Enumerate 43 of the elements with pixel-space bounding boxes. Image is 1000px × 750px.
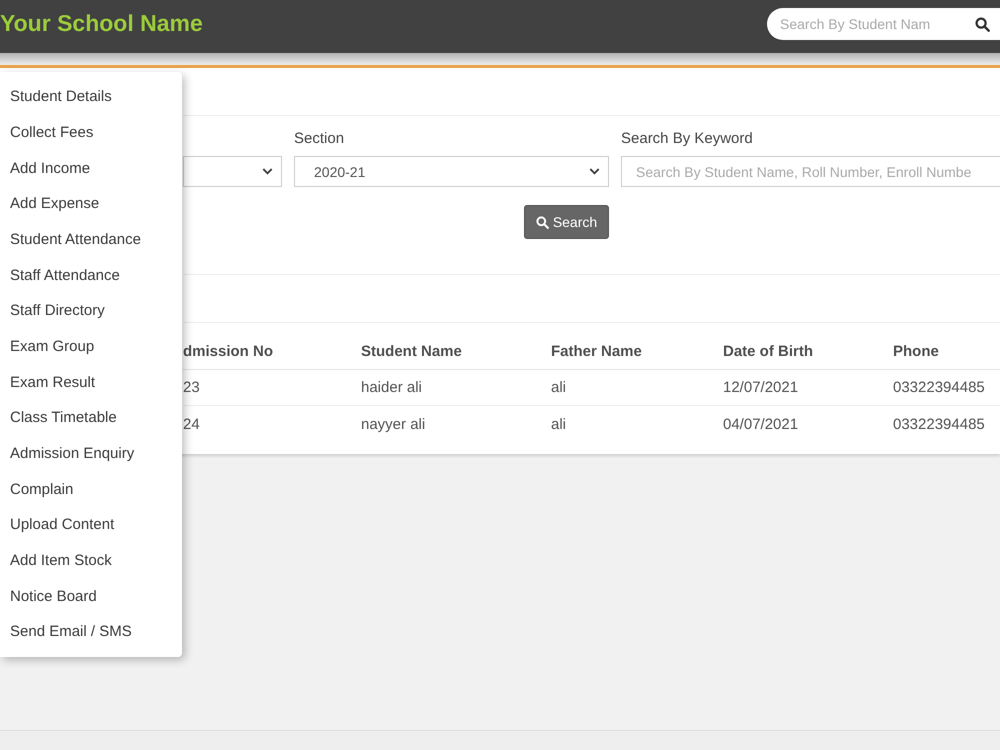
- column-header: Phone: [893, 342, 940, 360]
- table-cell-text: ali: [551, 379, 568, 396]
- search-icon: [975, 16, 990, 32]
- menu-item[interactable]: Student Attendance: [0, 222, 182, 258]
- table-cell-text: haider ali: [361, 379, 423, 396]
- table-cell-text: 23: [183, 379, 201, 396]
- table-cell-text: ali: [551, 416, 568, 432]
- search-button[interactable]: [960, 8, 1000, 40]
- student-search-field[interactable]: Search By Student Nam: [767, 8, 960, 40]
- table-cell-text: 03322394485: [893, 416, 986, 432]
- menu-item[interactable]: Exam Group: [0, 328, 182, 364]
- table-cell-text: 03322394485: [893, 379, 986, 396]
- menu-item[interactable]: Class Timetable: [0, 400, 182, 436]
- menu-item[interactable]: Upload Content: [0, 506, 182, 543]
- menu-item[interactable]: Add Income: [0, 150, 182, 186]
- menu-item[interactable]: Admission Enquiry: [0, 436, 182, 472]
- menu-item[interactable]: Add Item Stock: [0, 542, 182, 578]
- menu-item[interactable]: Add Expense: [0, 186, 182, 222]
- dropdown-select[interactable]: 2020-21: [294, 156, 609, 187]
- search-button[interactable]: Search: [524, 205, 609, 239]
- chevron-down-icon: [262, 168, 273, 175]
- column-header: Date of Birth: [723, 342, 814, 360]
- menu-item[interactable]: Complain: [0, 471, 182, 507]
- table-cell-text: 24: [183, 416, 201, 432]
- column-header: dmission No: [183, 342, 274, 360]
- column-header: Father Name: [551, 342, 643, 360]
- keyword-search-field[interactable]: Search By Student Name, Roll Number, Enroll Numbe: [621, 156, 1000, 187]
- chevron-down-icon: [589, 168, 600, 175]
- menu-item[interactable]: Staff Attendance: [0, 257, 182, 293]
- menu-item[interactable]: Student Details: [0, 79, 182, 115]
- field-label: Section: [294, 130, 346, 148]
- menu-item[interactable]: Collect Fees: [0, 114, 182, 150]
- table-cell-text: 04/07/2021: [723, 416, 800, 432]
- menu-item[interactable]: Staff Directory: [0, 292, 182, 329]
- menu-item[interactable]: Exam Result: [0, 364, 182, 400]
- menu-item[interactable]: Send Email / SMS: [0, 614, 182, 650]
- field-label: Search By Keyword: [621, 130, 754, 148]
- table-cell-text: nayyer ali: [361, 416, 426, 432]
- school-name-title: Your School Name: [0, 9, 203, 38]
- column-header: Student Name: [361, 342, 463, 360]
- search-icon: [536, 216, 549, 228]
- menu-item[interactable]: Notice Board: [0, 578, 182, 614]
- table-cell-text: 12/07/2021: [723, 379, 800, 396]
